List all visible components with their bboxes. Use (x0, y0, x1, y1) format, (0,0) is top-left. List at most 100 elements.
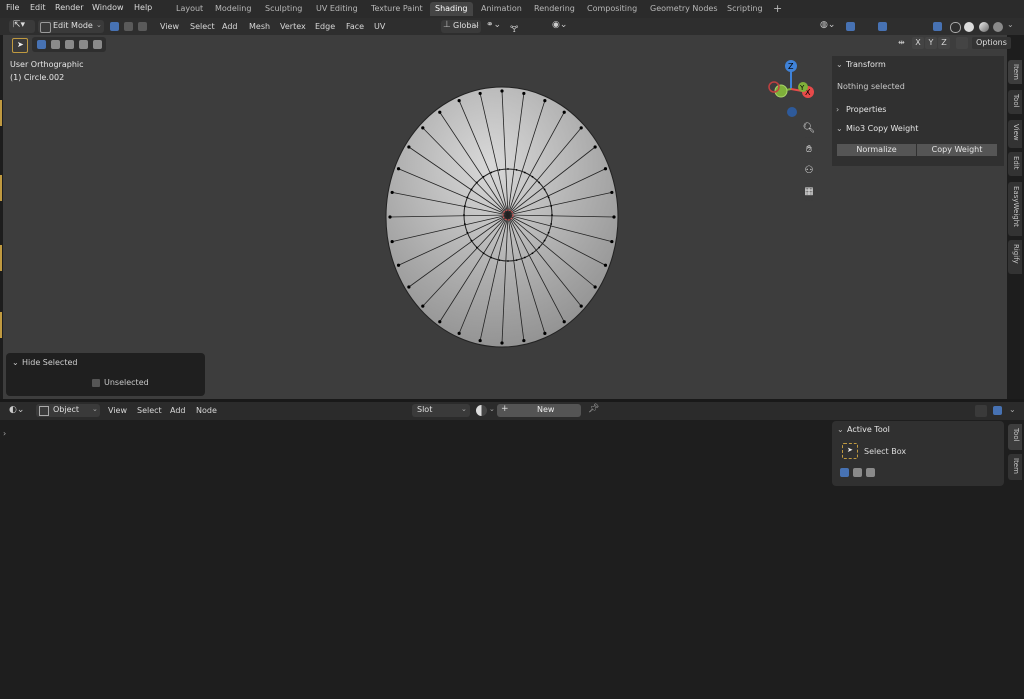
grid-icon[interactable]: ▦ (800, 183, 818, 201)
menu-window[interactable]: Window (92, 3, 124, 12)
navigation-gizmo[interactable]: Z X Y (763, 57, 823, 119)
editor-type-selector[interactable]: ⇱▾ (9, 20, 35, 33)
menu-vertex[interactable]: Vertex (280, 19, 306, 34)
select-extend-icon[interactable] (51, 40, 60, 49)
menu-select[interactable]: Select (137, 403, 162, 418)
select-subtract-icon[interactable] (65, 40, 74, 49)
tab-texture-paint[interactable]: Texture Paint (366, 2, 428, 16)
menu-uv[interactable]: UV (374, 19, 385, 34)
options-dropdown[interactable]: Options (972, 37, 1011, 49)
shader-editor-icon[interactable]: ◐⌄ (9, 405, 24, 415)
zoom-icon[interactable]: 🔍︎ (800, 120, 818, 138)
menu-add[interactable]: Add (222, 19, 238, 34)
gizmo-toggle-icon[interactable] (846, 22, 855, 31)
mirror-icon[interactable]: ⇹ (898, 38, 905, 47)
material-icon[interactable] (476, 405, 487, 416)
tab-tool[interactable]: Tool (1008, 90, 1022, 114)
snap-icon[interactable] (975, 405, 987, 417)
axis-x-toggle[interactable]: X (912, 37, 924, 49)
object-type-dropdown[interactable]: Object ⌄ (36, 404, 100, 417)
menu-face[interactable]: Face (346, 19, 364, 34)
new-material-button[interactable]: + New (497, 404, 581, 417)
rendered-shading-icon[interactable] (993, 22, 1003, 32)
copy-weight-title[interactable]: Mio3 Copy Weight (846, 124, 918, 133)
overlay-toggle-icon[interactable] (878, 22, 887, 31)
menu-mesh[interactable]: Mesh (249, 19, 270, 34)
material-shading-icon[interactable] (979, 22, 989, 32)
overlay-toggle-icon[interactable] (993, 406, 1002, 415)
tab-modeling[interactable]: Modeling (210, 2, 256, 16)
select-new-icon[interactable] (840, 468, 849, 477)
visibility-icon[interactable]: ◍⌄ (820, 20, 835, 30)
tab-edit[interactable]: Edit (1008, 152, 1022, 176)
tab-easyweight[interactable]: EasyWeight (1008, 182, 1022, 236)
menu-view[interactable]: View (108, 403, 127, 418)
axis-y-toggle[interactable]: Y (925, 37, 937, 49)
wireframe-shading-icon[interactable] (950, 22, 961, 33)
menu-view[interactable]: View (160, 19, 179, 34)
menu-render[interactable]: Render (55, 3, 83, 12)
mesh-analysis-icon[interactable] (956, 37, 968, 49)
select-subtract-icon[interactable] (866, 468, 875, 477)
select-box-icon[interactable]: ➤ (842, 443, 858, 459)
tab-compositing[interactable]: Compositing (582, 2, 642, 16)
chevron-down-icon[interactable]: ⌄ (1009, 405, 1016, 414)
copy-weight-button[interactable]: Copy Weight (917, 144, 997, 156)
select-intersect-icon[interactable] (93, 40, 102, 49)
tab-tool[interactable]: Tool (1008, 424, 1022, 450)
add-workspace-button[interactable]: + (768, 2, 787, 16)
properties-title[interactable]: Properties (846, 105, 886, 114)
tab-item[interactable]: Item (1008, 454, 1022, 480)
panel-title[interactable]: Hide Selected (22, 358, 77, 367)
menu-select[interactable]: Select (190, 19, 215, 34)
chevron-down-icon[interactable]: ⌄ (12, 358, 19, 367)
tab-uv-editing[interactable]: UV Editing (311, 2, 363, 16)
chevron-down-icon[interactable]: ⌄ (836, 124, 843, 133)
menu-file[interactable]: File (6, 3, 19, 12)
face-select-icon[interactable] (138, 22, 147, 31)
chevron-down-icon[interactable]: ⌄ (837, 425, 844, 434)
tab-rendering[interactable]: Rendering (529, 2, 580, 16)
menu-edge[interactable]: Edge (315, 19, 335, 34)
tab-sculpting[interactable]: Sculpting (260, 2, 307, 16)
unselected-checkbox[interactable] (92, 379, 100, 387)
pin-icon[interactable]: 📌︎ (588, 404, 599, 414)
menu-add[interactable]: Add (170, 403, 186, 418)
camera-icon[interactable]: ⚇ (800, 162, 818, 180)
transform-title[interactable]: Transform (846, 60, 886, 69)
select-new-icon[interactable] (37, 40, 46, 49)
mode-dropdown[interactable]: Edit Mode ⌄ (38, 20, 104, 33)
select-invert-icon[interactable] (79, 40, 88, 49)
tab-rigify[interactable]: Rigify (1008, 240, 1022, 274)
active-tool-title[interactable]: Active Tool (847, 425, 890, 434)
chevron-down-icon[interactable]: ⌄ (489, 405, 495, 413)
tab-layout[interactable]: Layout (171, 2, 208, 16)
toolbar-expand-icon[interactable]: › (3, 429, 6, 438)
tab-animation[interactable]: Animation (476, 2, 527, 16)
select-tool-icon[interactable]: ➤ (12, 38, 28, 53)
proportional-editing-icon[interactable]: ◉⌄ (552, 20, 567, 30)
solid-shading-icon[interactable] (964, 22, 974, 32)
axis-z-toggle[interactable]: Z (938, 37, 950, 49)
tab-item[interactable]: Item (1008, 60, 1022, 84)
vertex-select-icon[interactable] (110, 22, 119, 31)
xray-toggle-icon[interactable] (933, 22, 942, 31)
menu-help[interactable]: Help (134, 3, 152, 12)
tab-geometry-nodes[interactable]: Geometry Nodes (645, 2, 722, 16)
transform-orientation-dropdown[interactable]: ⊥ Global ⌄ (441, 20, 481, 33)
tab-scripting[interactable]: Scripting (722, 2, 768, 16)
normalize-button[interactable]: Normalize (837, 144, 916, 156)
circle-mesh[interactable] (381, 83, 625, 353)
chevron-down-icon[interactable]: ⌄ (1007, 20, 1014, 29)
pan-hand-icon[interactable]: ✋︎ (800, 141, 818, 159)
tab-shading[interactable]: Shading (430, 2, 473, 16)
menu-edit[interactable]: Edit (30, 3, 46, 12)
chevron-down-icon[interactable]: ⌄ (836, 60, 843, 69)
tab-view[interactable]: View (1008, 120, 1022, 148)
menu-node[interactable]: Node (196, 403, 217, 418)
select-extend-icon[interactable] (853, 468, 862, 477)
slot-dropdown[interactable]: Slot ⌄ (412, 404, 470, 417)
pivot-icon[interactable]: ⚭⌄ (486, 20, 501, 30)
edge-select-icon[interactable] (124, 22, 133, 31)
chevron-right-icon[interactable]: › (836, 105, 839, 114)
